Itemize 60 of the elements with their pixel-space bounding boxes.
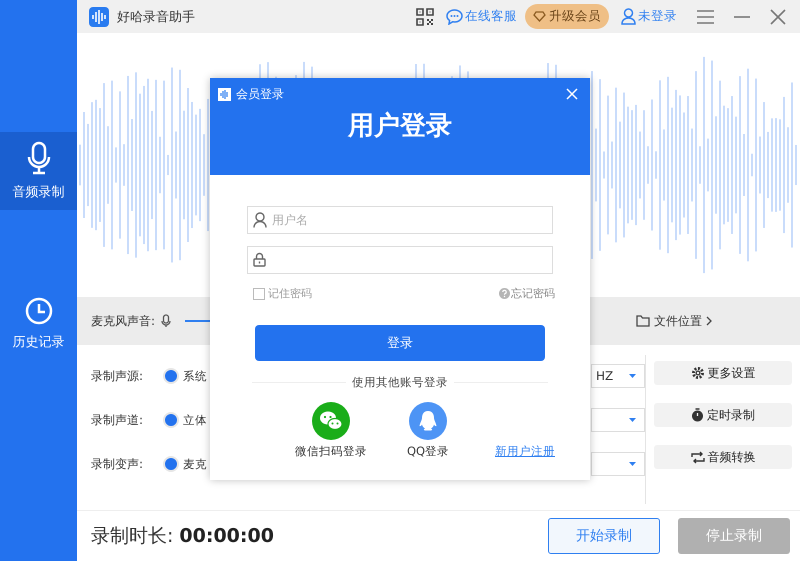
dropdown-caret-icon: [629, 462, 636, 466]
padlock-icon: [253, 252, 266, 267]
qr-code-icon[interactable]: [416, 8, 434, 26]
dialog-heading: 用户登录: [348, 110, 452, 143]
question-mark-icon: [499, 288, 510, 299]
online-service-link[interactable]: 在线客服: [446, 8, 517, 25]
penguin-icon: [409, 402, 448, 440]
microphone-icon: [161, 314, 172, 328]
app-title: 好哈录音助手: [117, 8, 195, 26]
start-recording-button[interactable]: 开始录制: [548, 518, 660, 554]
dropdown[interactable]: HZ: [591, 364, 645, 388]
username-field[interactable]: 用户名: [247, 206, 553, 234]
radio-button[interactable]: [163, 456, 179, 472]
setting-label: 录制变声:: [91, 456, 144, 472]
duration-label: 录制时长:: [91, 524, 174, 549]
convert-arrows-icon: [690, 450, 704, 464]
chevron-right-icon: [706, 316, 712, 326]
tool-button[interactable]: 更多设置: [654, 361, 792, 385]
other-login-caption: 使用其他账号登录: [352, 375, 448, 390]
clock-icon: [24, 297, 52, 325]
user-icon: [253, 212, 267, 228]
radio-button[interactable]: [163, 412, 179, 428]
forgot-password-link[interactable]: 忘记密码: [499, 286, 555, 301]
wechat-login-button[interactable]: 微信扫码登录: [295, 402, 367, 459]
setting-label: 录制声道:: [91, 412, 144, 428]
dropdown-caret-icon: [629, 374, 636, 378]
microphone-icon: [26, 141, 52, 175]
menu-icon[interactable]: [697, 10, 714, 24]
chat-bubble-icon: [446, 8, 463, 24]
radio-label: 麦克: [183, 456, 207, 472]
password-field[interactable]: [247, 246, 553, 274]
mic-volume-label: 麦克风声音:: [91, 312, 156, 330]
wechat-icon: [312, 402, 350, 440]
gear-icon: [690, 366, 704, 380]
sidebar-item[interactable]: 历史记录: [0, 285, 77, 363]
radio-label: 系统: [183, 368, 207, 384]
file-location-link[interactable]: 文件位置: [636, 312, 712, 330]
stopwatch-icon: [691, 408, 704, 422]
dialog-title: 会员登录: [236, 86, 284, 102]
tool-button[interactable]: 定时录制: [654, 403, 792, 427]
sidebar-item[interactable]: 音频录制: [0, 132, 77, 210]
register-link[interactable]: 新用户注册: [495, 444, 555, 459]
qq-login-button[interactable]: QQ登录: [407, 402, 450, 459]
app-logo-icon: [218, 88, 231, 100]
remember-password-checkbox[interactable]: 记住密码: [253, 286, 312, 301]
diamond-icon: [533, 11, 546, 22]
close-icon[interactable]: [770, 8, 786, 24]
upgrade-vip-button[interactable]: 升级会员: [525, 4, 609, 29]
radio-label: 立体: [183, 412, 207, 428]
user-icon: [621, 8, 636, 25]
tool-button[interactable]: 音频转换: [654, 445, 792, 469]
folder-icon: [636, 315, 650, 327]
duration-value: 00:00:00: [179, 525, 274, 547]
minimize-icon[interactable]: [734, 16, 750, 18]
login-link[interactable]: 未登录: [621, 8, 677, 25]
app-logo-icon: [89, 6, 109, 26]
dropdown-caret-icon: [629, 418, 636, 422]
radio-button[interactable]: [163, 368, 179, 384]
login-button[interactable]: 登录: [255, 325, 545, 361]
setting-label: 录制声源:: [91, 368, 144, 384]
